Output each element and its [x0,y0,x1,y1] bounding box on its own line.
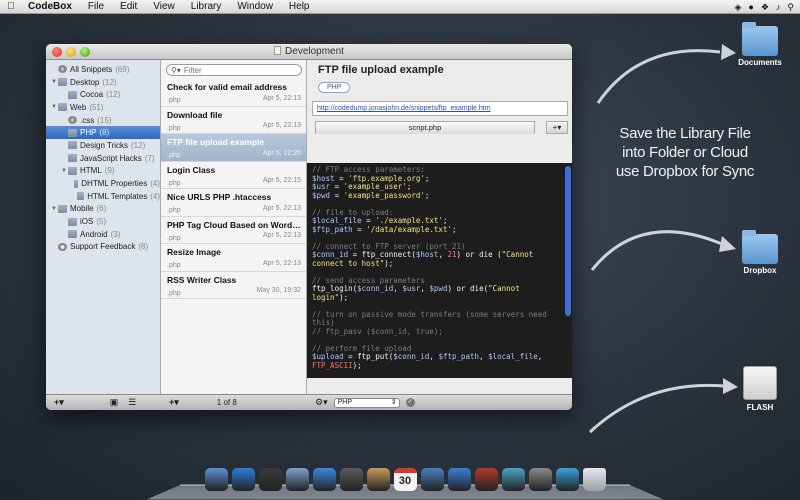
promo-line: use Dropbox for Sync [615,163,755,180]
promo-text: Save the Library File into Folder or Clo… [600,124,770,181]
system-preferences-icon[interactable] [528,468,552,491]
dashboard-icon[interactable] [258,468,282,491]
mail-icon[interactable] [285,468,309,491]
documents-label: Documents [738,58,782,67]
dropbox-label: Dropbox [743,266,777,275]
flash-label: FLASH [746,403,774,412]
flash-drive-icon [743,366,777,400]
facetime-icon[interactable] [339,468,363,491]
dropbox-folder[interactable]: Dropbox [730,230,790,275]
flash-drive[interactable]: FLASH [730,366,790,412]
trash-icon[interactable] [582,468,606,491]
time-machine-icon[interactable] [501,468,525,491]
codebox-icon[interactable] [555,468,579,491]
app-store-icon[interactable] [231,468,255,491]
itunes-icon[interactable] [447,468,471,491]
safari-icon[interactable] [312,468,336,491]
documents-folder-icon [742,22,778,56]
promo-line: Save the Library File [619,125,751,142]
photo-booth-icon[interactable] [474,468,498,491]
documents-folder[interactable]: Documents [730,22,790,67]
iphoto-icon[interactable] [420,468,444,491]
promo-line: into Folder or Cloud [622,144,748,161]
arrows-overlay [588,44,738,434]
arrow-to-dropbox [590,230,723,271]
dock: 30 [165,458,645,500]
calendar-icon[interactable]: 30 [393,468,417,491]
dropbox-folder-icon [742,230,778,264]
calendar-day: 30 [398,475,412,487]
arrow-to-documents [596,49,721,104]
address-book-icon[interactable] [366,468,390,491]
arrow-to-flash [588,383,725,434]
finder-icon[interactable] [204,468,228,491]
